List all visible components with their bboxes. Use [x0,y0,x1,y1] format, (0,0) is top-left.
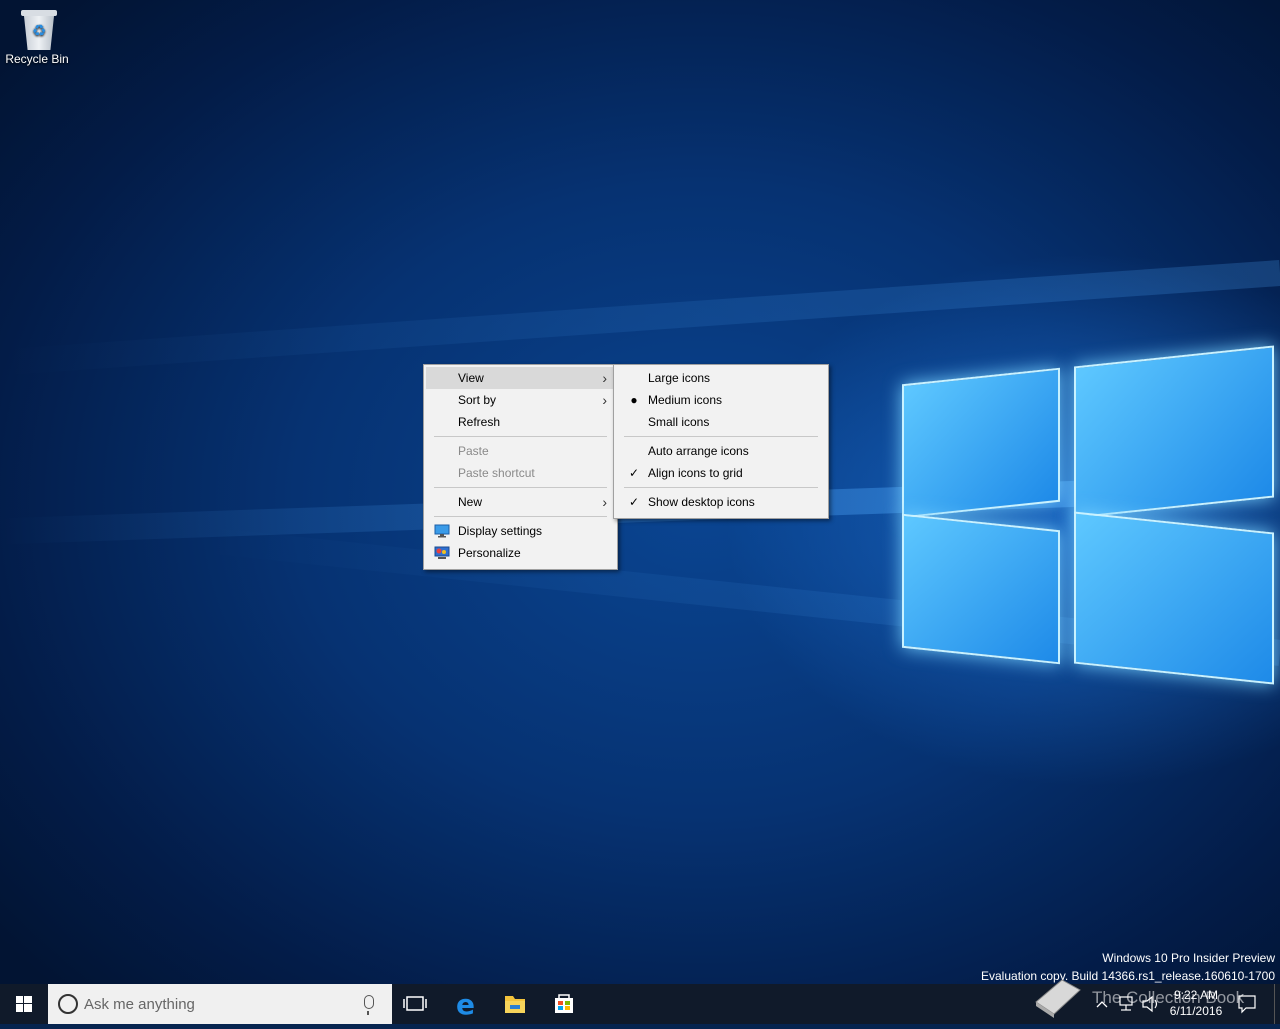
clock[interactable]: 9:22 AM 6/11/2016 [1166,988,1226,1018]
menu-separator [624,487,818,488]
store-taskbar-button[interactable] [540,984,588,1024]
edge-icon: e [456,988,475,1021]
menu-item-label: Paste shortcut [458,466,535,480]
menu-separator [434,487,607,488]
radio-bullet-icon: ● [630,393,638,407]
notification-icon [1238,995,1256,1014]
book-logo-icon [1030,972,1086,1022]
watermark-edition: Windows 10 Pro Insider Preview [1102,951,1275,965]
recycle-bin-icon: ♻ [21,10,57,50]
menu-item-view[interactable]: View › [426,367,615,389]
menu-item-paste: Paste [426,440,615,462]
windows-start-icon [16,996,32,1012]
menu-item-label: Refresh [458,415,501,429]
checkmark-icon: ✓ [628,495,640,509]
chevron-right-icon: › [602,370,607,386]
chevron-right-icon: › [602,392,607,408]
clock-time: 9:22 AM [1173,988,1219,1002]
recycle-bin-label: Recycle Bin [5,52,69,66]
submenu-item-small-icons[interactable]: Small icons [616,411,826,433]
menu-item-label: Display settings [458,524,543,538]
menu-item-personalize[interactable]: Personalize [426,542,615,564]
taskbar: e The Collection Book 9:22 AM 6/11/2016 [0,979,1280,1024]
task-view-button[interactable] [392,984,440,1024]
microphone-icon[interactable] [364,995,374,1015]
submenu-item-large-icons[interactable]: Large icons [616,367,826,389]
menu-item-label: Personalize [458,546,521,560]
start-button[interactable] [0,984,48,1024]
store-icon [555,994,573,1013]
menu-item-label: Paste [458,444,489,458]
view-submenu: Large icons ● Medium icons Small icons Au… [613,364,829,519]
file-explorer-icon [505,996,525,1013]
menu-item-label: Auto arrange icons [648,444,749,458]
recycle-bin-desktop-icon[interactable]: ♻ Recycle Bin [0,6,74,66]
windows-logo-wallpaper [900,326,1280,706]
menu-separator [434,436,607,437]
menu-item-new[interactable]: New › [426,491,615,513]
cortana-icon [58,994,78,1014]
menu-item-label: New [458,495,483,509]
menu-item-label: Large icons [648,371,711,385]
menu-item-display-settings[interactable]: Display settings [426,520,615,542]
clock-date: 6/11/2016 [1169,1004,1223,1018]
personalize-icon [434,546,450,559]
watermark-build: Evaluation copy. Build 14366.rs1_release… [981,969,1275,983]
menu-separator [434,516,607,517]
menu-item-sort-by[interactable]: Sort by › [426,389,615,411]
submenu-item-auto-arrange[interactable]: Auto arrange icons [616,440,826,462]
show-desktop-button[interactable] [1274,984,1280,1024]
task-view-icon [403,996,427,1011]
chevron-up-icon [1096,1001,1108,1008]
menu-item-label: Show desktop icons [648,495,755,509]
file-explorer-taskbar-button[interactable] [492,984,538,1024]
submenu-item-align-to-grid[interactable]: ✓ Align icons to grid [616,462,826,484]
cortana-search-box[interactable] [48,984,392,1024]
menu-item-label: Sort by [458,393,497,407]
svg-text:e: e [456,988,475,1021]
menu-separator [624,436,818,437]
menu-item-label: Align icons to grid [648,466,743,480]
submenu-item-medium-icons[interactable]: ● Medium icons [616,389,826,411]
submenu-item-show-desktop-icons[interactable]: ✓ Show desktop icons [616,491,826,513]
chevron-right-icon: › [602,494,607,510]
desktop-background[interactable]: ♻ Recycle Bin View › Sort by › Refresh Pas… [0,0,1280,984]
volume-button[interactable] [1140,984,1162,1024]
volume-icon [1142,995,1158,1013]
edge-taskbar-button[interactable]: e [442,984,492,1024]
desktop-context-menu: View › Sort by › Refresh Paste Paste short… [423,364,618,570]
show-hidden-icons-button[interactable] [1094,984,1110,1024]
network-icon [1119,996,1133,1011]
menu-item-paste-shortcut: Paste shortcut [426,462,615,484]
network-button[interactable] [1116,984,1136,1024]
search-input[interactable] [84,984,354,1024]
action-center-button[interactable] [1234,984,1260,1024]
menu-item-refresh[interactable]: Refresh [426,411,615,433]
checkmark-icon: ✓ [628,466,640,480]
menu-item-label: Medium icons [648,393,723,407]
menu-item-label: Small icons [648,415,710,429]
display-settings-icon [434,524,450,538]
menu-item-label: View [458,371,484,385]
